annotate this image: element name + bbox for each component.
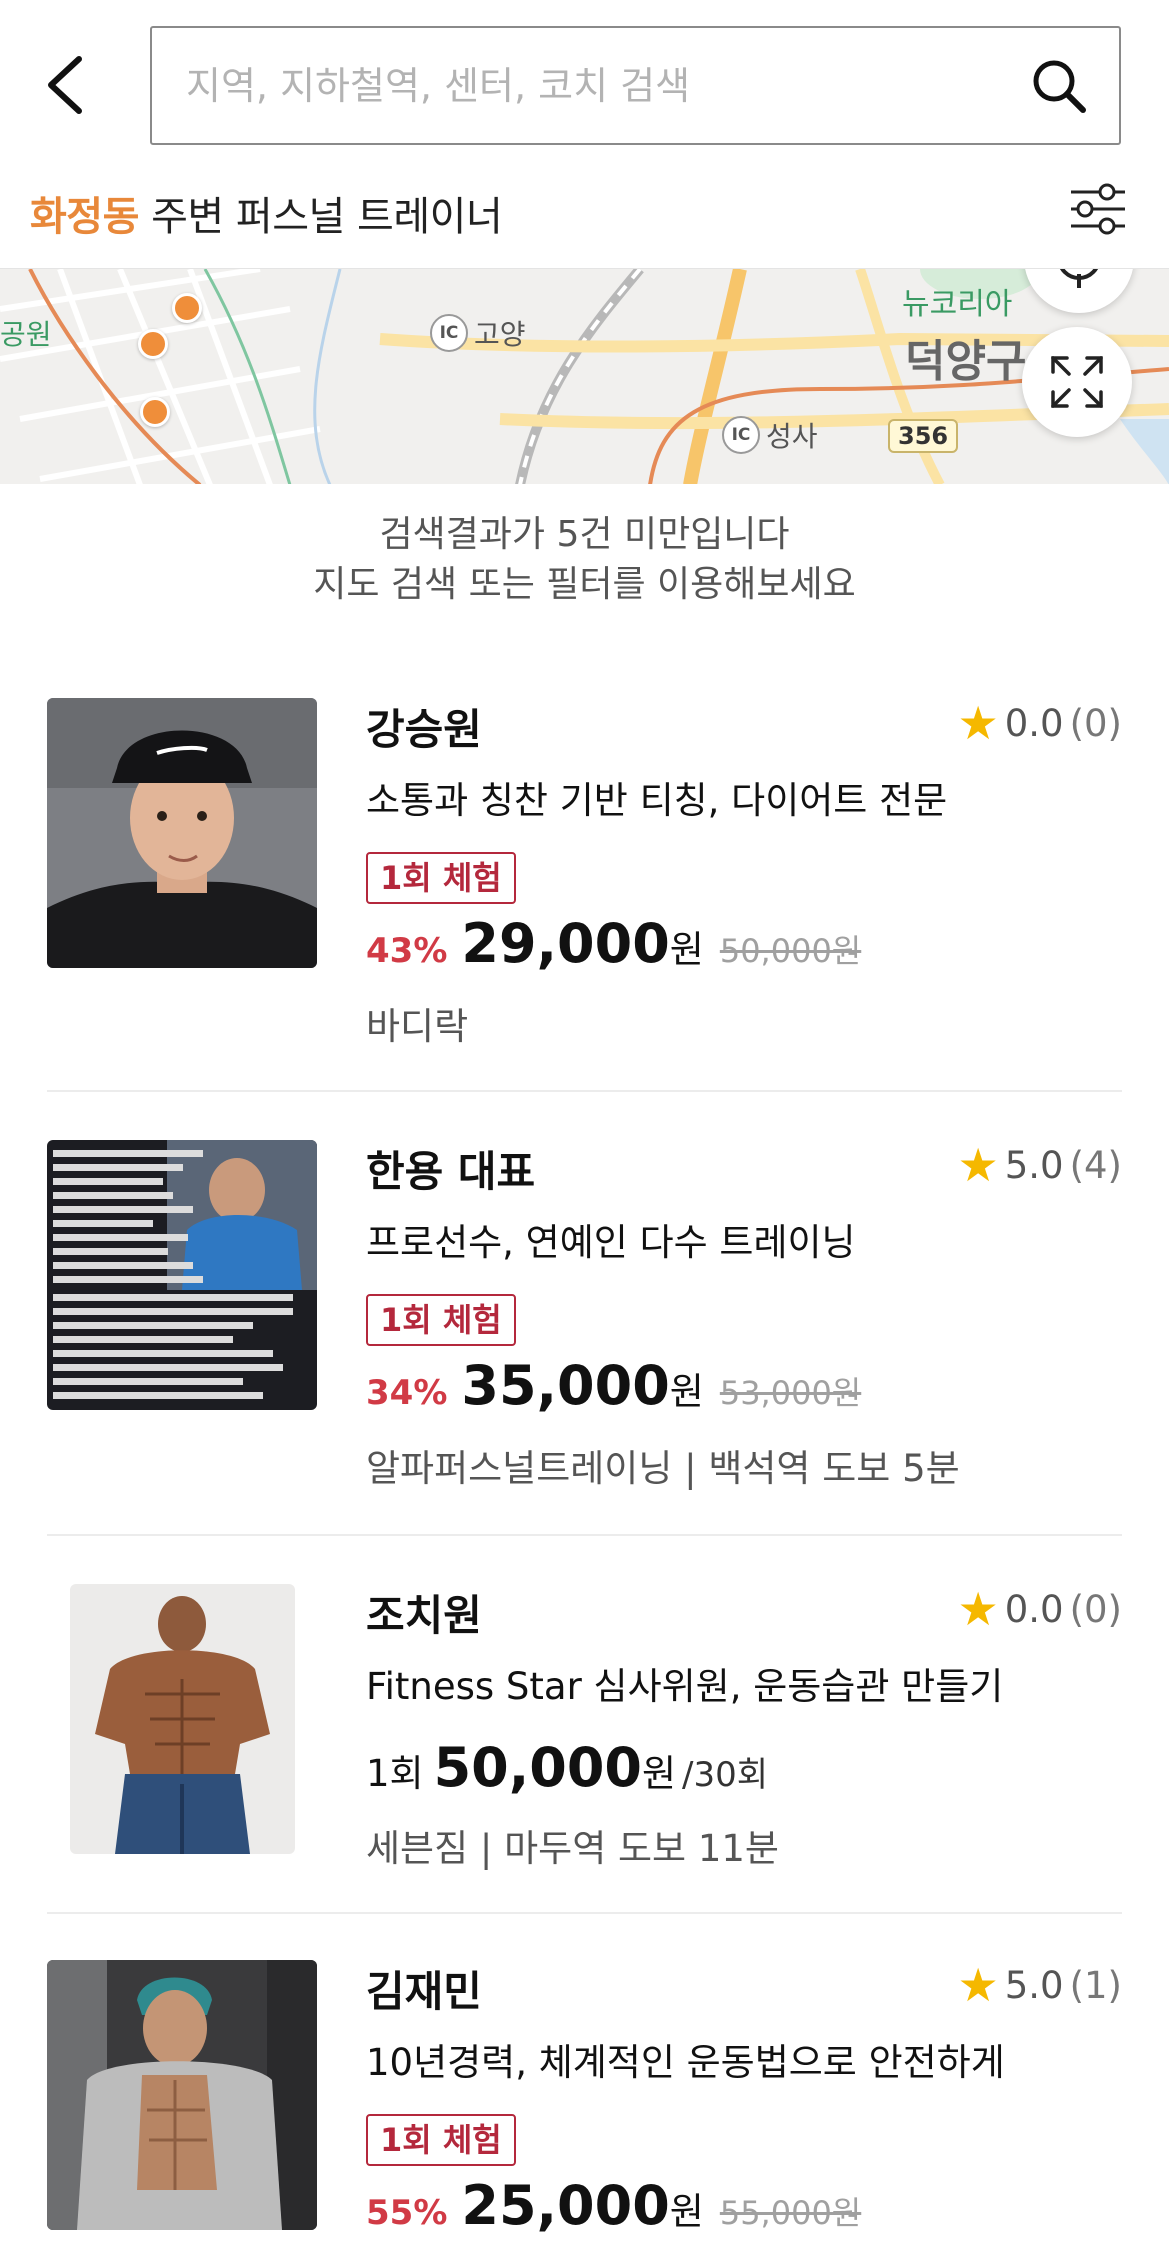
location-title: 화정동 주변 퍼스널 트레이너	[30, 184, 503, 242]
session-prefix: 1회	[366, 1752, 424, 1795]
location-area-name[interactable]: 화정동	[30, 194, 139, 240]
map-label-goyang: 고양	[474, 318, 526, 351]
rating-value: 0.0	[1004, 701, 1064, 745]
sale-price: 50,000	[433, 1736, 642, 1799]
currency-unit: 원	[641, 1752, 677, 1795]
trainer-location: 알파퍼스널트레이닝 | 백석역 도보 5분	[366, 1447, 960, 1490]
map-pin[interactable]	[172, 293, 202, 323]
map-label-park: 공원	[0, 318, 52, 351]
review-count: (0)	[1069, 701, 1122, 745]
expand-icon	[1051, 356, 1103, 408]
trainer-name: 한용 대표	[366, 1147, 536, 1196]
trainer-description: 10년경력, 체계적인 운동법으로 안전하게	[366, 2041, 1005, 2084]
ic-marker: IC	[430, 314, 468, 352]
trainer-rating: ★ 5.0 (1)	[957, 1962, 1122, 2008]
sale-price: 29,000	[461, 912, 670, 975]
trainer-photo-image	[47, 1960, 317, 2230]
trainer-card[interactable]: 강승원 ★ 0.0 (0) 소통과 칭찬 기반 티칭, 다이어트 전문 1회 체험…	[0, 676, 1169, 1092]
locate-icon	[1059, 269, 1099, 288]
trainer-card[interactable]: 한용 대표 ★ 5.0 (4) 프로선수, 연예인 다수 트레이닝 1회 체험 3…	[0, 1092, 1169, 1536]
trainer-description: 프로선수, 연예인 다수 트레이닝	[366, 1221, 856, 1264]
original-price: 50,000원	[719, 932, 862, 970]
map-pin[interactable]	[138, 329, 168, 359]
notice-line-1: 검색결과가 5건 미만입니다	[379, 514, 790, 555]
map-view[interactable]: 공원 IC 고양 IC 성사 356 뉴코리아 덕양구	[0, 268, 1169, 484]
review-count: (4)	[1069, 1143, 1122, 1187]
session-count: /30회	[682, 1755, 769, 1795]
discount-rate: 34%	[366, 1373, 448, 1413]
price-row: 43% 29,000 원 50,000원	[366, 912, 861, 975]
discount-rate: 43%	[366, 931, 448, 971]
trainer-description: 소통과 칭찬 기반 티칭, 다이어트 전문	[366, 779, 948, 822]
rating-value: 5.0	[1004, 1963, 1064, 2007]
trial-badge: 1회 체험	[366, 1294, 516, 1346]
trainer-card[interactable]: 조치원 ★ 0.0 (0) Fitness Star 심사위원, 운동습관 만들기…	[0, 1536, 1169, 1914]
original-price: 55,000원	[719, 2194, 862, 2232]
price-row: 34% 35,000 원 53,000원	[366, 1354, 861, 1417]
trainer-card[interactable]: 김재민 ★ 5.0 (1) 10년경력, 체계적인 운동법으로 안전하게 1회 체…	[0, 1914, 1169, 2255]
map-label-seongsa: 성사	[766, 420, 818, 453]
map-label-newkorea: 뉴코리아	[902, 287, 1013, 322]
trainer-rating: ★ 0.0 (0)	[957, 1586, 1122, 1632]
sale-price: 25,000	[461, 2174, 670, 2237]
map-label-district: 덕양구	[905, 336, 1027, 387]
trial-badge: 1회 체험	[366, 2114, 516, 2166]
ic-marker: IC	[722, 416, 760, 454]
discount-rate: 55%	[366, 2193, 448, 2233]
map-pin[interactable]	[140, 397, 170, 427]
trainer-name: 김재민	[366, 1967, 482, 2016]
search-result-notice: 검색결과가 5건 미만입니다 지도 검색 또는 필터를 이용해보세요	[0, 510, 1169, 610]
trainer-photo-image	[47, 1140, 317, 1410]
currency-unit: 원	[669, 2190, 704, 2233]
trainer-photo-image	[47, 698, 317, 968]
currency-unit: 원	[669, 928, 704, 971]
search-input[interactable]	[186, 28, 1006, 143]
trainer-photo[interactable]	[70, 1584, 295, 1854]
review-count: (1)	[1069, 1963, 1122, 2007]
search-box[interactable]	[150, 26, 1121, 145]
rating-value: 0.0	[1004, 1587, 1064, 1631]
star-icon: ★	[957, 1958, 999, 2012]
trainer-description: Fitness Star 심사위원, 운동습관 만들기	[366, 1665, 1004, 1708]
star-icon: ★	[957, 1138, 999, 1192]
chevron-left-icon	[48, 56, 82, 114]
trial-badge: 1회 체험	[366, 852, 516, 904]
star-icon: ★	[957, 1582, 999, 1636]
location-title-row: 화정동 주변 퍼스널 트레이너	[0, 170, 1169, 270]
trainer-location: 바디락	[366, 1005, 469, 1048]
map-ic-goyang: IC 고양	[430, 313, 526, 353]
sale-price: 35,000	[461, 1354, 670, 1417]
trainer-rating: ★ 0.0 (0)	[957, 700, 1122, 746]
star-icon: ★	[957, 696, 999, 750]
review-count: (0)	[1069, 1587, 1122, 1631]
trainer-photo[interactable]	[47, 1140, 317, 1410]
price-row: 55% 25,000 원 55,000원	[366, 2174, 861, 2237]
trainer-photo-image	[70, 1584, 295, 1854]
search-icon[interactable]	[1029, 56, 1089, 116]
trainer-name: 강승원	[366, 705, 482, 754]
original-price: 53,000원	[719, 1374, 862, 1412]
currency-unit: 원	[669, 1370, 704, 1413]
back-button[interactable]	[30, 40, 100, 130]
top-bar	[0, 0, 1169, 170]
location-title-suffix: 주변 퍼스널 트레이너	[138, 194, 503, 240]
trainer-location: 세븐짐 | 마두역 도보 11분	[366, 1827, 779, 1870]
trainer-name: 조치원	[366, 1591, 482, 1640]
map-ic-seongsa: IC 성사	[722, 415, 818, 455]
route-number-badge: 356	[888, 419, 959, 453]
sliders-icon[interactable]	[1067, 178, 1129, 240]
notice-line-2: 지도 검색 또는 필터를 이용해보세요	[313, 564, 856, 605]
trainer-photo[interactable]	[47, 1960, 317, 2230]
price-row: 1회 50,000 원 /30회	[366, 1736, 768, 1799]
expand-map-button[interactable]	[1022, 327, 1132, 437]
trainer-rating: ★ 5.0 (4)	[957, 1142, 1122, 1188]
trainer-photo[interactable]	[47, 698, 317, 968]
rating-value: 5.0	[1004, 1143, 1064, 1187]
